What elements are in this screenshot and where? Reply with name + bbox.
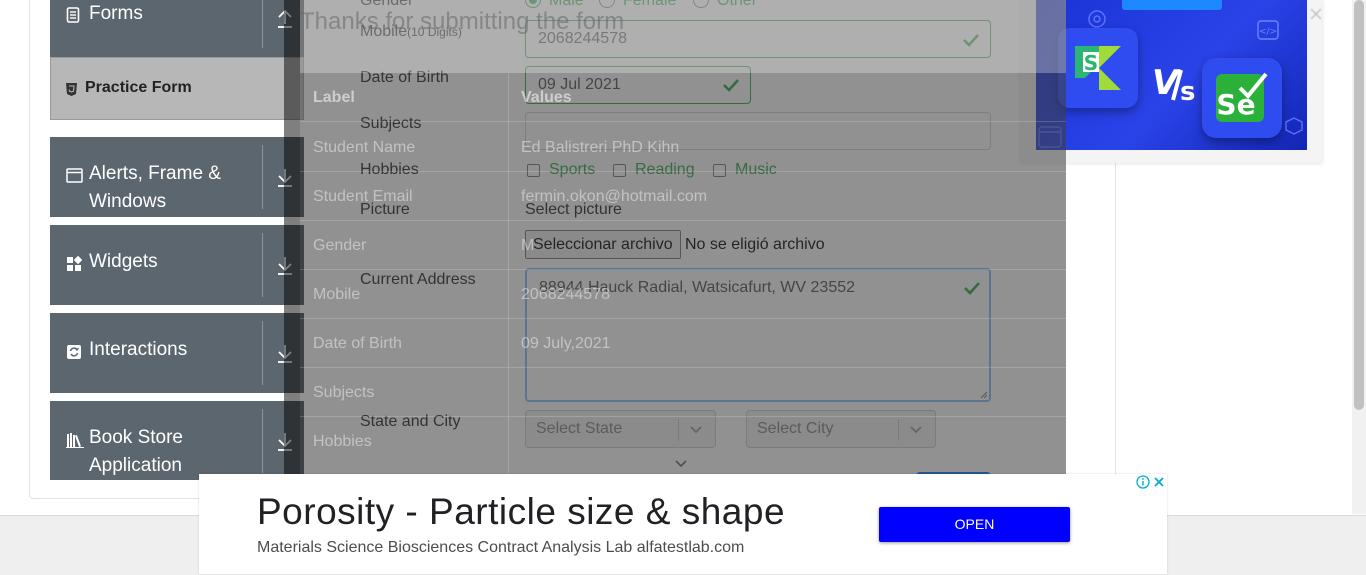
table-cell-label: Subjects bbox=[313, 384, 375, 401]
sidebar-group-widgets[interactable]: Widgets bbox=[50, 225, 304, 305]
divider bbox=[262, 409, 263, 473]
ad-close-icon[interactable] bbox=[1152, 475, 1166, 489]
divider bbox=[262, 321, 263, 385]
sidebar-group-forms[interactable]: Forms bbox=[50, 0, 304, 57]
ad-open-button[interactable]: OPEN bbox=[879, 507, 1070, 542]
code-icon: </> bbox=[1257, 20, 1279, 40]
modal-title: Thanks for submitting the form bbox=[300, 8, 625, 35]
selenium-logo: Se bbox=[1202, 58, 1282, 138]
divider bbox=[262, 0, 263, 48]
table-cell-label: Hobbies bbox=[313, 433, 372, 450]
sidebar-group-alerts[interactable]: Alerts, Frame & Windows bbox=[50, 137, 304, 217]
katalon-logo-icon: S bbox=[1075, 46, 1121, 90]
table-header-label: Label bbox=[313, 89, 355, 106]
table-cell-value: 2068244578 bbox=[521, 286, 610, 303]
ad-top-button bbox=[1122, 0, 1222, 10]
table-divider bbox=[300, 269, 1066, 270]
interactions-icon bbox=[66, 344, 84, 362]
table-cell-label: Gender bbox=[313, 237, 367, 254]
html5-icon bbox=[66, 83, 77, 96]
table-cell-value: Ed Balistreri PhD Kihn bbox=[521, 139, 680, 156]
table-cell-label: Student Email bbox=[313, 188, 413, 205]
versus-icon: Vs bbox=[1152, 64, 1195, 104]
table-divider bbox=[300, 220, 1066, 221]
katalon-logo: S bbox=[1058, 28, 1138, 108]
scrollbar-thumb[interactable] bbox=[1354, 0, 1364, 410]
svg-text:</>: </> bbox=[1259, 27, 1277, 37]
sidebar-group-label: Book Store Application bbox=[89, 427, 183, 476]
sidebar-group-label: Forms bbox=[89, 3, 143, 24]
sidebar-item-label: Practice Form bbox=[85, 79, 192, 96]
selenium-vs-katalon-ad-image[interactable]: </> S Vs Se bbox=[1036, 0, 1307, 150]
sidebar-group-label: Interactions bbox=[89, 339, 188, 360]
table-header-values: Values bbox=[521, 89, 572, 106]
table-cell-value: M bbox=[521, 237, 535, 254]
selenium-logo-icon: Se bbox=[1216, 72, 1268, 122]
ad-headline[interactable]: Porosity - Particle size & shape bbox=[257, 491, 785, 533]
table-cell-value: fermin.okon@hotmail.com bbox=[521, 188, 708, 205]
table-divider bbox=[300, 367, 1066, 368]
table-divider bbox=[300, 171, 1066, 172]
table-cell-label: Date of Birth bbox=[313, 335, 402, 352]
document-icon bbox=[66, 7, 84, 25]
books-icon bbox=[66, 432, 84, 450]
sidebar-item-practice-form[interactable]: Practice Form bbox=[50, 57, 304, 120]
table-cell-label: Mobile bbox=[313, 286, 361, 303]
table-cell-value: 09 July,2021 bbox=[521, 335, 611, 352]
sidebar-group-interactions[interactable]: Interactions bbox=[50, 313, 304, 393]
close-icon[interactable] bbox=[1308, 6, 1324, 22]
ad-info-icon[interactable] bbox=[1136, 475, 1150, 489]
table-cell-label: Student Name bbox=[313, 139, 416, 156]
svg-text:s: s bbox=[1180, 77, 1195, 104]
sidebar-group-label: Alerts, Frame & Windows bbox=[89, 163, 221, 212]
table-divider bbox=[300, 121, 1066, 122]
svg-text:S: S bbox=[1084, 51, 1098, 75]
bottom-ad-banner[interactable]: Porosity - Particle size & shape Materia… bbox=[199, 474, 1167, 574]
sidebar-group-label: Widgets bbox=[89, 251, 158, 272]
table-column-divider bbox=[508, 73, 509, 480]
box-icon bbox=[1285, 117, 1303, 135]
table-divider bbox=[300, 416, 1066, 417]
divider bbox=[262, 145, 263, 209]
ad-subline[interactable]: Materials Science Biosciences Contract A… bbox=[257, 539, 744, 557]
widgets-icon bbox=[66, 255, 84, 274]
table-divider bbox=[300, 318, 1066, 319]
divider bbox=[262, 233, 263, 297]
window-icon bbox=[66, 168, 84, 186]
sidebar-group-book-store[interactable]: Book Store Application bbox=[50, 401, 304, 480]
gear-icon bbox=[1088, 10, 1106, 28]
page-scrollbar[interactable] bbox=[1352, 0, 1366, 514]
